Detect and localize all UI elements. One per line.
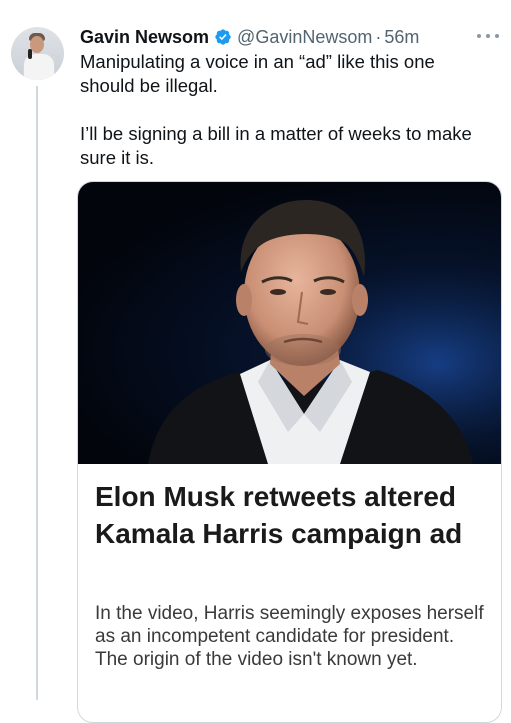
card-image[interactable] xyxy=(78,182,501,464)
link-preview-card[interactable]: Elon Musk retweets altered Kamala Harris… xyxy=(77,181,502,723)
tweet-timestamp[interactable]: 56m xyxy=(384,27,419,48)
more-dot xyxy=(477,34,481,38)
avatar-microphone xyxy=(28,49,32,59)
avatar-face xyxy=(30,36,44,53)
card-description: In the video, Harris seemingly exposes h… xyxy=(95,603,484,670)
more-options-icon[interactable] xyxy=(477,30,499,42)
card-title[interactable]: Elon Musk retweets altered Kamala Harris… xyxy=(95,478,490,552)
verified-badge-icon xyxy=(215,29,231,45)
tweet-header: Gavin Newsom @GavinNewsom · 56m xyxy=(80,26,419,48)
tweet-paragraph: I’ll be signing a bill in a matter of we… xyxy=(80,123,472,168)
avatar[interactable] xyxy=(11,27,64,80)
thread-line xyxy=(36,86,38,700)
news-photo xyxy=(78,182,501,464)
more-dot xyxy=(486,34,490,38)
author-handle[interactable]: @GavinNewsom xyxy=(237,27,372,48)
author-name[interactable]: Gavin Newsom xyxy=(80,27,209,48)
tweet[interactable]: Gavin Newsom @GavinNewsom · 56m Manipula… xyxy=(0,0,511,723)
tweet-paragraph: Manipulating a voice in an “ad” like thi… xyxy=(80,51,435,96)
header-separator: · xyxy=(375,26,382,47)
more-dot xyxy=(495,34,499,38)
tweet-text: Manipulating a voice in an “ad” like thi… xyxy=(80,50,490,170)
